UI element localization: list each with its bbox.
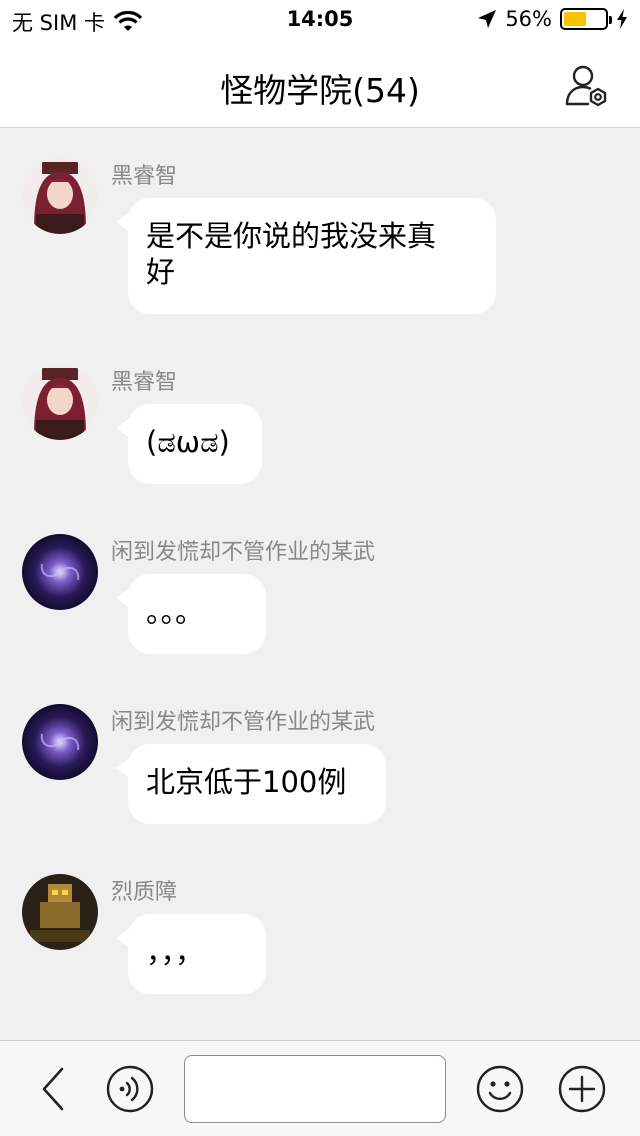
- message-text-line: 是不是你说的我没来真: [146, 219, 437, 253]
- avatar[interactable]: [22, 704, 98, 780]
- status-right: 56%: [477, 7, 628, 31]
- sender-name: 黑睿智: [111, 164, 178, 189]
- galaxy-avatar-icon: [22, 704, 98, 780]
- message-bubble[interactable]: 是不是你说的我没来真 好: [116, 198, 496, 314]
- charging-icon: [617, 9, 627, 29]
- avatar[interactable]: [22, 874, 98, 950]
- message-bubble[interactable]: (ಡωಡ): [116, 404, 262, 484]
- battery-fill: [564, 12, 587, 26]
- nav-bar: 怪物学院(54): [0, 40, 640, 128]
- plus-icon[interactable]: [558, 1065, 606, 1113]
- location-arrow-icon: [478, 10, 497, 28]
- battery-tip: [609, 16, 612, 24]
- message-bubble[interactable]: 北京低于100例: [116, 744, 386, 824]
- group-settings-icon[interactable]: [564, 62, 610, 108]
- battery-icon: [560, 8, 612, 30]
- sender-name: 闲到发慌却不管作业的某武: [111, 710, 376, 735]
- group-chat-title: 怪物学院(54): [220, 71, 420, 110]
- sender-name: 烈质障: [111, 880, 178, 905]
- input-bar: [0, 1040, 640, 1136]
- voice-icon[interactable]: [106, 1065, 154, 1113]
- message-text-line: 北京低于100例: [146, 765, 347, 799]
- message-text-line: (ಡωಡ): [146, 425, 230, 459]
- avatar[interactable]: [22, 364, 98, 440]
- back-chevron-icon[interactable]: [30, 1065, 78, 1113]
- message-text-line: 好: [146, 255, 176, 289]
- message-input[interactable]: [184, 1055, 446, 1123]
- message-bubble[interactable]: 。。。: [116, 574, 266, 654]
- battery-percent: 56%: [505, 7, 552, 31]
- sender-name: 闲到发慌却不管作业的某武: [111, 540, 376, 565]
- anime-girl-avatar-icon: [22, 158, 98, 234]
- sender-name: 黑睿智: [111, 370, 178, 395]
- avatar[interactable]: [22, 534, 98, 610]
- robot-avatar-icon: [22, 874, 98, 950]
- emoji-icon[interactable]: [476, 1065, 524, 1113]
- message-text-line: 。。。: [146, 595, 205, 629]
- message-bubble[interactable]: ，，，: [116, 914, 266, 994]
- status-bar: 无 SIM 卡 14:05 56%: [0, 0, 640, 40]
- message-text-line: ，，，: [146, 935, 205, 969]
- anime-girl-avatar-icon: [22, 364, 98, 440]
- avatar[interactable]: [22, 158, 98, 234]
- galaxy-avatar-icon: [22, 534, 98, 610]
